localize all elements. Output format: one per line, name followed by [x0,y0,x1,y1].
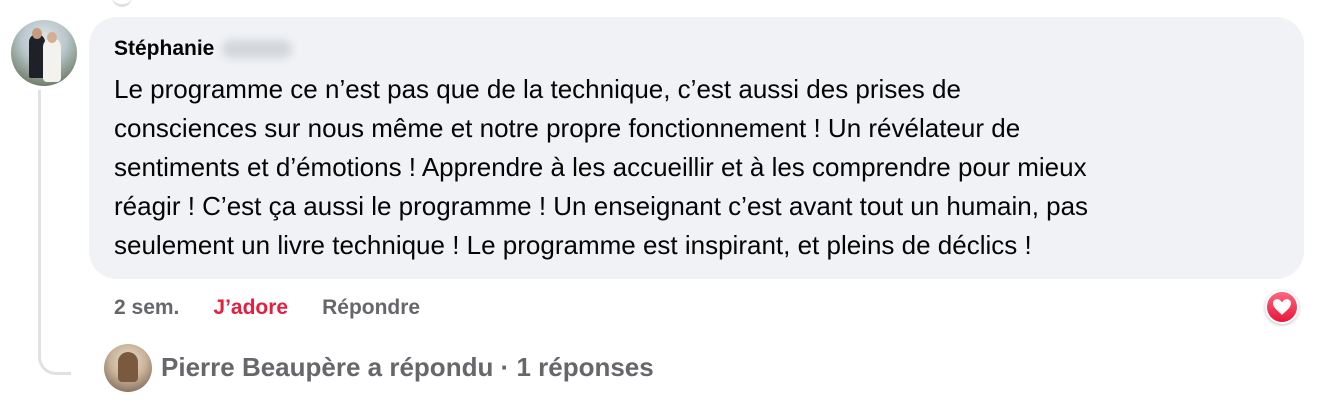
reply-button[interactable]: Répondre [322,296,420,320]
comment-text-line: Le programme ce n’est pas que de la tech… [114,74,961,104]
thread-connector-line [38,90,71,375]
comment-text: Le programme ce n’est pas que de la tech… [114,70,1294,265]
comment-text-line: réagir ! C’est ça aussi le programme ! U… [114,191,1089,221]
love-heart-icon [1267,292,1297,322]
avatar-figure [118,352,138,382]
comment-actions: 2 sem. J’adore Répondre [114,296,420,320]
comment-timestamp[interactable]: 2 sem. [114,296,179,320]
commenter-avatar[interactable] [11,20,77,86]
avatar-figure-bride [43,38,61,82]
comment-text-line: consciences sur nous même et notre propr… [114,113,1021,143]
replier-avatar[interactable] [104,344,152,392]
reaction-button[interactable]: J’adore [213,296,288,320]
avatar-figure-head [47,32,57,43]
heart-icon [1273,299,1291,315]
author-surname-blurred [222,40,293,58]
thread-connector-top [112,0,132,7]
reaction-summary[interactable] [1265,290,1299,324]
view-replies-link[interactable]: Pierre Beaupère a répondu · 1 réponses [161,352,654,383]
comment-thread: Stéphanie Le programme ce n’est pas que … [0,0,1320,406]
author-name[interactable]: Stéphanie [114,37,214,61]
comment-author[interactable]: Stéphanie [114,37,293,61]
comment-text-line: seulement un livre technique ! Le progra… [114,230,1032,260]
comment-text-line: sentiments et d’émotions ! Apprendre à l… [114,152,1087,182]
avatar-figure-head [32,28,42,39]
